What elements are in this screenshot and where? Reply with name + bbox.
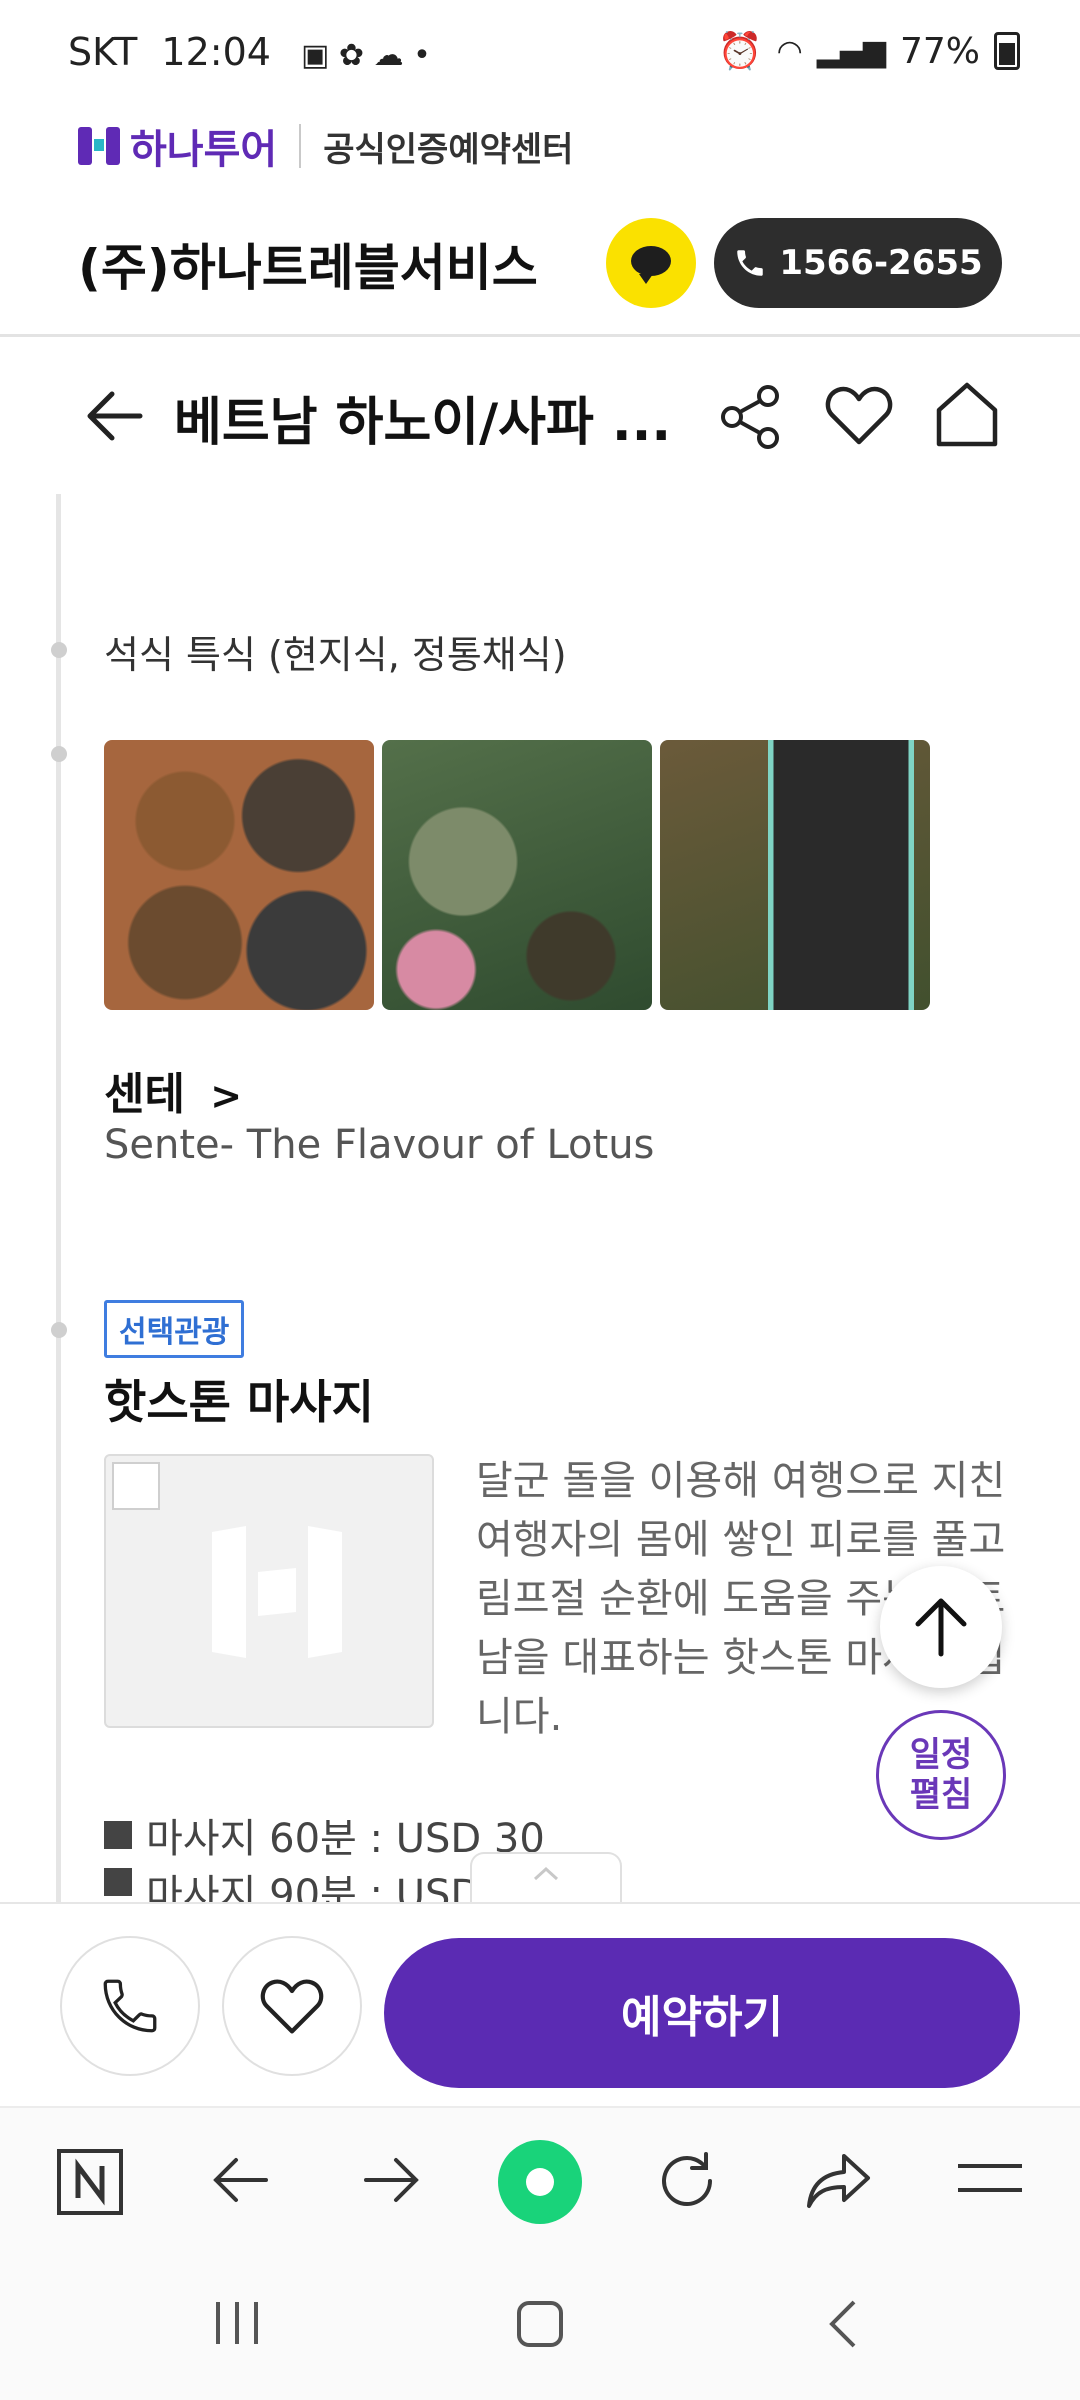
- home-button[interactable]: [934, 380, 1000, 452]
- arrow-up-icon: [915, 1598, 967, 1657]
- wishlist-button[interactable]: [824, 382, 894, 452]
- header-divider: [0, 334, 1080, 337]
- timeline-line: [56, 494, 61, 1904]
- page-title: 베트남 하노이/사파 ...: [174, 393, 672, 453]
- hamburger-menu-icon: [958, 2164, 1022, 2192]
- battery-level: 77%: [899, 30, 980, 72]
- refresh-icon: [662, 2152, 712, 2207]
- home-nav-button[interactable]: [516, 2300, 564, 2352]
- refresh-button[interactable]: [654, 2148, 720, 2218]
- meal-info: 석식 특식 (현지식, 정통채식): [104, 633, 567, 677]
- call-button[interactable]: [60, 1936, 200, 2076]
- phone-icon: [103, 1979, 157, 2033]
- naver-n-icon: [57, 2149, 123, 2215]
- timeline-dot: [51, 1322, 67, 1338]
- call-phone-button[interactable]: 1566-2655: [714, 218, 1002, 308]
- phone-number: 1566-2655: [779, 243, 983, 283]
- photo-phone-table[interactable]: [660, 740, 930, 1010]
- share-button[interactable]: [716, 382, 786, 456]
- timeline-dot: [51, 746, 67, 762]
- expand-schedule-button[interactable]: 일정 펼침: [876, 1710, 1006, 1840]
- reserve-button[interactable]: 예약하기: [384, 1938, 1020, 2088]
- alarm-icon: ⏰: [717, 31, 763, 72]
- status-bar: SKT 12:04 ▣ ✿ ☁ • ⏰ ◠ ▂▄▆ 77%: [0, 0, 1080, 100]
- brand-name: 하나투어: [130, 127, 278, 173]
- wifi-icon: ◠: [776, 33, 803, 69]
- restaurant-name: 센테: [104, 1069, 185, 1120]
- browser-forward-button[interactable]: [360, 2152, 422, 2212]
- price-item: 마사지 90분 : USD: [104, 1862, 481, 1902]
- home-square-icon: [517, 2301, 563, 2347]
- arrow-left-icon: [213, 2158, 268, 2202]
- phone-icon: [737, 250, 764, 276]
- browser-toolbar: [0, 2106, 1080, 2258]
- share-arrow-icon: [807, 2154, 870, 2208]
- page-header: 베트남 하노이/사파 ...: [0, 340, 1080, 490]
- activity-image-placeholder: [104, 1454, 434, 1728]
- status-time: SKT 12:04 ▣ ✿ ☁ •: [68, 30, 431, 74]
- company-name: (주)하나트레블서비스: [78, 239, 538, 297]
- photo-dishes[interactable]: [104, 740, 374, 1010]
- price-text: 마사지 90분 : USD: [146, 1872, 482, 1902]
- brand-divider: [299, 124, 302, 168]
- bottom-action-bar: 예약하기: [0, 1902, 1080, 2108]
- brand-header: 하나투어 공식인증예약센터: [78, 118, 573, 174]
- browser-back-button[interactable]: [210, 2152, 272, 2212]
- schedule-label-line2: 펼침: [909, 1775, 973, 1815]
- activity-title: 핫스톤 마사지: [104, 1375, 374, 1429]
- heart-icon: [825, 386, 893, 445]
- timeline-dot: [51, 642, 67, 658]
- back-nav-button[interactable]: [826, 2298, 860, 2354]
- carrier-label: SKT: [68, 30, 138, 74]
- hanatour-logo-icon: [78, 125, 120, 167]
- back-button[interactable]: [82, 386, 146, 450]
- restaurant-subtitle: Sente- The Flavour of Lotus: [104, 1122, 655, 1168]
- schedule-label-line1: 일정: [909, 1735, 973, 1775]
- bullet-square-icon: [104, 1821, 132, 1849]
- image-placeholder-box: [112, 1462, 160, 1510]
- photo-tea[interactable]: [382, 740, 652, 1010]
- heart-icon: [260, 1979, 324, 2034]
- notification-icons: ▣ ✿ ☁ •: [301, 38, 431, 73]
- share-icon: [721, 385, 779, 449]
- naver-home-button[interactable]: [56, 2148, 124, 2220]
- battery-icon: [994, 32, 1020, 70]
- bottom-sheet-handle[interactable]: [470, 1852, 622, 1904]
- browser-share-button[interactable]: [804, 2150, 874, 2216]
- hanatour-placeholder-logo-icon: [212, 1526, 342, 1658]
- signal-icon: ▂▄▆: [816, 33, 886, 69]
- scroll-to-top-button[interactable]: [880, 1566, 1002, 1688]
- restaurant-photos: [104, 740, 930, 1010]
- arrow-right-icon: [364, 2158, 419, 2202]
- chevron-right-icon: >: [210, 1074, 243, 1118]
- arrow-left-icon: [87, 391, 143, 441]
- restaurant-link[interactable]: 센테 >: [104, 1058, 242, 1122]
- chevron-up-icon: [533, 1866, 559, 1881]
- chat-bubble-icon: [631, 246, 671, 284]
- system-nav-bar: [0, 2256, 1080, 2400]
- chevron-left-icon: [829, 2300, 856, 2348]
- home-icon: [936, 382, 998, 447]
- menu-button[interactable]: [956, 2158, 1024, 2202]
- recent-apps-icon: [216, 2302, 258, 2344]
- bullet-square-icon: [104, 1868, 132, 1896]
- status-right: ⏰ ◠ ▂▄▆ 77%: [718, 30, 1020, 72]
- like-button[interactable]: [222, 1936, 362, 2076]
- green-dot-icon: [498, 2140, 582, 2224]
- brand-subtitle: 공식인증예약센터: [323, 129, 574, 170]
- recent-apps-button[interactable]: [214, 2298, 260, 2352]
- kakao-chat-button[interactable]: [606, 218, 696, 308]
- green-dot-button[interactable]: [496, 2138, 584, 2230]
- optional-tour-badge: 선택관광: [104, 1300, 245, 1358]
- clock: 12:04: [161, 30, 271, 74]
